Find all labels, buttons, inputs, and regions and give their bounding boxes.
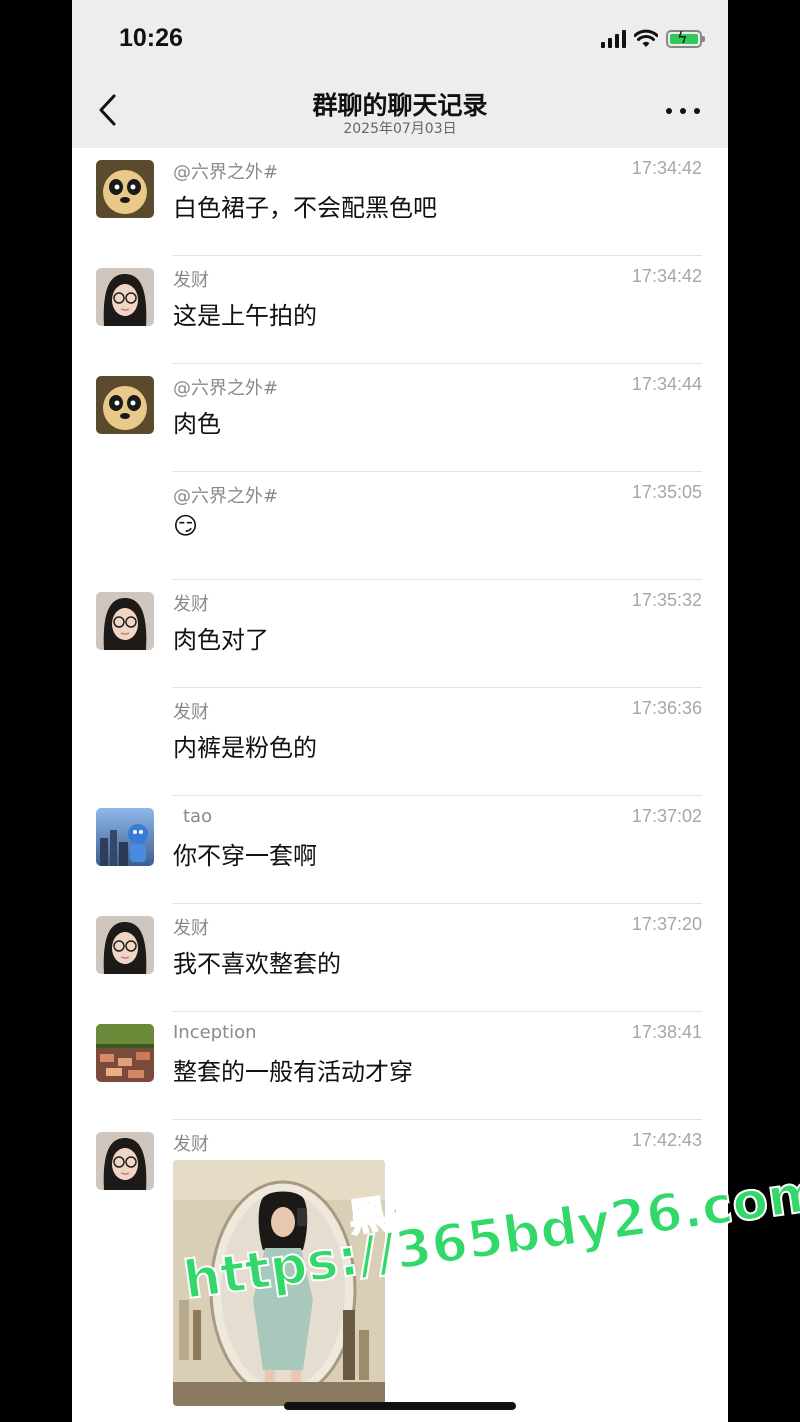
chat-message[interactable]: 发财 17:37:20 我不喜欢整套的 <box>72 904 728 1012</box>
battery-icon: ϟ <box>666 29 705 48</box>
avatar-landscape[interactable] <box>96 1024 154 1082</box>
avatar-panda[interactable] <box>96 160 154 218</box>
message-time: 17:37:20 <box>631 914 702 934</box>
chat-message[interactable]: @六界之外# 17:34:44 肉色 <box>72 364 728 472</box>
page-subtitle-date: 2025年07月03日 <box>343 121 457 137</box>
message-text: 肉色 <box>173 410 221 438</box>
avatar-city[interactable] <box>96 808 154 866</box>
message-sender: tao <box>183 806 213 827</box>
message-time: 17:34:44 <box>631 374 702 394</box>
message-text: 肉色对了 <box>173 626 269 654</box>
message-time: 17:42:43 <box>631 1130 702 1150</box>
avatar-girl[interactable] <box>96 916 154 974</box>
avatar-girl[interactable] <box>96 1132 154 1190</box>
message-time: 17:34:42 <box>631 158 702 178</box>
avatar-girl[interactable] <box>96 268 154 326</box>
message-sender: 发财 <box>173 1134 209 1155</box>
message-time: 17:35:32 <box>631 590 702 610</box>
message-sender: 发财 <box>173 270 209 291</box>
avatar-panda[interactable] <box>96 376 154 434</box>
message-text: 我不喜欢整套的 <box>173 950 341 978</box>
message-time: 17:36:36 <box>631 698 702 718</box>
chat-message[interactable]: @六界之外# 17:34:42 白色裙子，不会配黑色吧 <box>72 148 728 256</box>
message-time: 17:37:02 <box>631 806 702 826</box>
home-indicator <box>284 1402 516 1410</box>
message-text: 白色裙子，不会配黑色吧 <box>173 194 437 222</box>
smirk-emoji: 😏 <box>173 512 199 540</box>
message-sender: @六界之外# <box>173 486 279 507</box>
status-icons: ϟ <box>601 26 705 52</box>
avatar-girl[interactable] <box>96 592 154 650</box>
top-bar: 10:26 ϟ 群聊的聊天记录 2025年07月03日 <box>72 0 728 148</box>
message-text: 整套的一般有活动才穿 <box>173 1058 413 1086</box>
message-sender: 发财 <box>173 702 209 723</box>
chat-message[interactable]: 发财 17:36:36 内裤是粉色的 <box>72 688 728 796</box>
message-time: 17:34:42 <box>631 266 702 286</box>
message-time: 17:35:05 <box>631 482 702 502</box>
chat-message[interactable]: 发财 17:34:42 这是上午拍的 <box>72 256 728 364</box>
chat-message[interactable]: Inception 17:38:41 整套的一般有活动才穿 <box>72 1012 728 1120</box>
cellular-signal-icon <box>601 30 626 48</box>
message-time: 17:38:41 <box>631 1022 702 1042</box>
page-title: 群聊的聊天记录 <box>312 91 488 120</box>
wifi-icon <box>634 29 658 47</box>
message-sender: @六界之外# <box>173 378 279 399</box>
message-sender: 发财 <box>173 594 209 615</box>
message-text: 这是上午拍的 <box>173 302 317 330</box>
chat-message[interactable]: tao 17:37:02 你不穿一套啊 <box>72 796 728 904</box>
message-text: 内裤是粉色的 <box>173 734 317 762</box>
status-time: 10:26 <box>119 24 183 52</box>
more-options-button[interactable] <box>666 100 700 120</box>
message-sender: @六界之外# <box>173 162 279 183</box>
message-sender: Inception <box>173 1022 257 1043</box>
message-sender: 发财 <box>173 918 209 939</box>
message-text: 你不穿一套啊 <box>173 842 317 870</box>
chat-message[interactable]: 发财 17:35:32 肉色对了 <box>72 580 728 688</box>
chat-message[interactable]: @六界之外# 17:35:05 😏 <box>72 472 728 580</box>
